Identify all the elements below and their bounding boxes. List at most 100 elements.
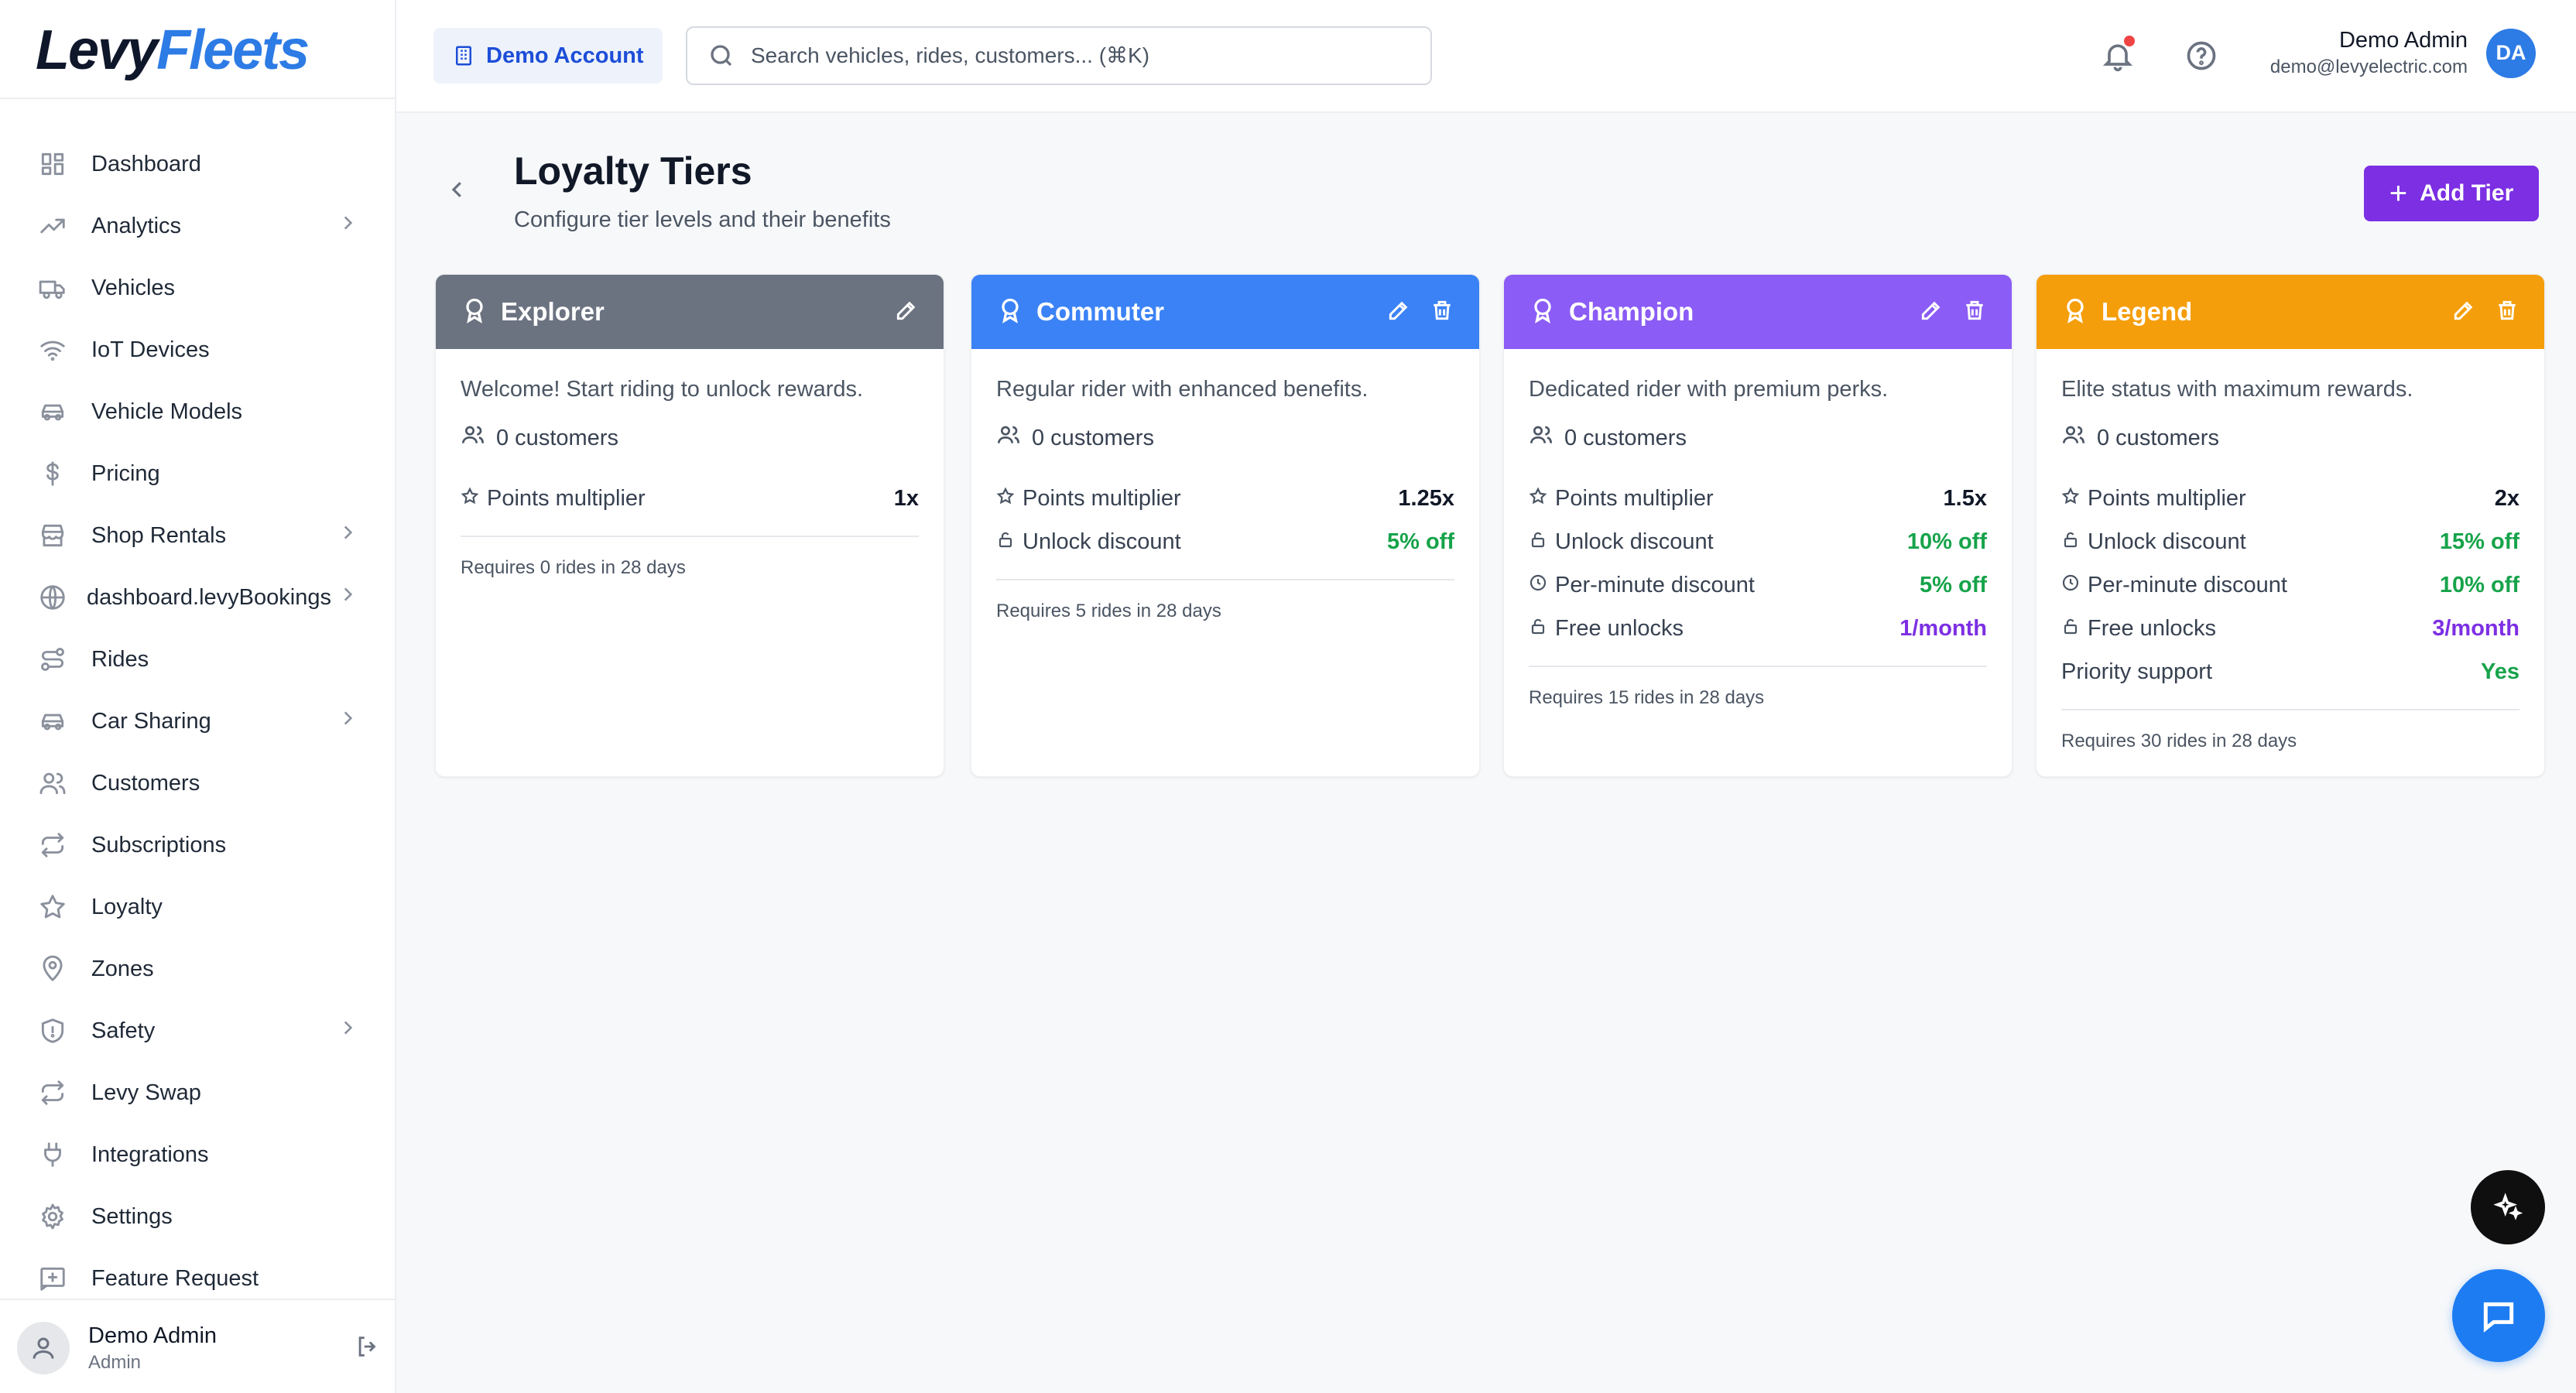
- gear-icon: [42, 1203, 63, 1230]
- message-plus-icon: [40, 1267, 65, 1291]
- sidebar-item-dashboard-levybookings[interactable]: dashboard.levyBookings: [0, 566, 396, 628]
- users-icon: [996, 423, 1032, 453]
- star-icon: [996, 486, 1023, 512]
- sidebar-user-name: Demo Admin: [88, 1323, 218, 1348]
- benefit-row: Priority support Yes: [2061, 650, 2519, 693]
- shield-icon-wrap: [37, 1015, 68, 1046]
- chevron-right-icon: [337, 1018, 358, 1044]
- search-input[interactable]: [751, 43, 1416, 68]
- benefit-label: Unlock discount: [2088, 529, 2246, 554]
- brand-logo[interactable]: Levy Fleets: [36, 15, 310, 85]
- benefit-row: Unlock discount 15% off: [2061, 520, 2519, 563]
- avatar: [17, 1322, 70, 1374]
- sidebar-item-label: Shop Rentals: [91, 522, 227, 548]
- sidebar-item-label: Integrations: [91, 1141, 209, 1167]
- sidebar-item-analytics[interactable]: Analytics: [0, 195, 396, 257]
- sidebar-item-label: dashboard.levyBookings: [87, 584, 331, 610]
- help-button[interactable]: [2180, 34, 2223, 77]
- add-tier-button[interactable]: + Add Tier: [2364, 166, 2539, 221]
- notifications-button[interactable]: [2096, 34, 2139, 77]
- grid-icon: [41, 152, 64, 176]
- divider: [2061, 709, 2519, 710]
- award-icon: [996, 296, 1036, 328]
- demo-account-button[interactable]: Demo Account: [433, 28, 663, 84]
- search-box[interactable]: [686, 26, 1432, 85]
- award-icon: [461, 296, 501, 328]
- avatar[interactable]: DA: [2486, 28, 2536, 78]
- add-tier-label: Add Tier: [2420, 180, 2514, 206]
- sparkles-icon: [2493, 1193, 2523, 1220]
- trash-icon[interactable]: [1944, 298, 1987, 327]
- benefit-value: 15% off: [2439, 529, 2519, 554]
- sidebar-item-dashboard[interactable]: Dashboard: [0, 133, 396, 195]
- lock-icon: [2061, 529, 2088, 555]
- benefit-value: 5% off: [1387, 529, 1454, 554]
- tier-benefits: Points multiplier 1.5x Unlock discount 10% …: [1529, 477, 1987, 650]
- edit-icon[interactable]: [1368, 298, 1411, 327]
- sidebar-item-feature-request[interactable]: Feature Request: [0, 1248, 396, 1309]
- edit-icon[interactable]: [1900, 298, 1944, 327]
- sidebar-item-customers[interactable]: Customers: [0, 752, 396, 814]
- tier-card-header: Legend: [2036, 275, 2544, 349]
- sidebar-item-levy-swap[interactable]: Levy Swap: [0, 1062, 396, 1124]
- user-name: Demo Admin: [2338, 28, 2468, 53]
- sidebar-item-vehicle-models[interactable]: Vehicle Models: [0, 381, 396, 443]
- store-icon-wrap: [37, 520, 68, 551]
- chevron-right-icon: [337, 584, 358, 611]
- sidebar-item-label: Levy Swap: [91, 1080, 201, 1105]
- chat-icon: [2483, 1302, 2514, 1333]
- dollar-icon-wrap: [37, 458, 68, 489]
- star-icon: [40, 895, 65, 919]
- benefit-value: 10% off: [1906, 529, 1987, 554]
- trash-icon[interactable]: [2476, 298, 2519, 327]
- star-icon: [1529, 486, 1555, 512]
- benefit-row: Unlock discount 5% off: [996, 520, 1454, 563]
- benefit-label: Unlock discount: [1023, 529, 1181, 554]
- chevron-right-icon: [337, 522, 358, 549]
- award-icon: [2061, 296, 2102, 328]
- sidebar-item-label: Settings: [91, 1203, 173, 1229]
- edit-icon[interactable]: [2433, 298, 2476, 327]
- benefit-label: Free unlocks: [2088, 615, 2217, 641]
- sidebar-item-loyalty[interactable]: Loyalty: [0, 876, 396, 938]
- sidebar-item-safety[interactable]: Safety: [0, 1000, 396, 1062]
- trash-icon[interactable]: [1411, 298, 1454, 327]
- back-button[interactable]: [446, 178, 477, 209]
- logout-icon[interactable]: [355, 1333, 381, 1364]
- lock-icon: [996, 529, 1023, 555]
- wifi-icon-wrap: [37, 334, 68, 365]
- edit-icon[interactable]: [875, 298, 919, 327]
- sidebar-item-rides[interactable]: Rides: [0, 628, 396, 690]
- sidebar-user[interactable]: Demo Admin Admin: [17, 1316, 381, 1381]
- sidebar-item-car-sharing[interactable]: Car Sharing: [0, 690, 396, 752]
- ai-assistant-button[interactable]: [2471, 1170, 2545, 1244]
- car-icon-wrap: [37, 396, 68, 427]
- sidebar-item-settings[interactable]: Settings: [0, 1186, 396, 1248]
- notification-dot: [2124, 36, 2135, 46]
- sidebar-item-label: Customers: [91, 770, 200, 796]
- user-menu[interactable]: Demo Admin demo@levyelectric.com DA: [2270, 28, 2536, 78]
- sidebar-item-integrations[interactable]: Integrations: [0, 1124, 396, 1186]
- tier-customers: 0 customers: [461, 423, 919, 453]
- sidebar-user-role: Admin: [88, 1351, 142, 1373]
- repeat-icon: [41, 833, 64, 857]
- benefit-value: Yes: [2481, 659, 2519, 684]
- benefit-row: Points multiplier 1.5x: [1529, 477, 1987, 520]
- sidebar-item-label: Safety: [91, 1018, 156, 1043]
- sidebar-item-shop-rentals[interactable]: Shop Rentals: [0, 505, 396, 566]
- benefit-label: Per-minute discount: [1555, 572, 1755, 597]
- tier-customer-count: 0 customers: [1564, 425, 1687, 450]
- sidebar-item-iot-devices[interactable]: IoT Devices: [0, 319, 396, 381]
- sidebar-item-pricing[interactable]: Pricing: [0, 443, 396, 505]
- car-icon-wrap: [37, 706, 68, 737]
- sidebar-item-subscriptions[interactable]: Subscriptions: [0, 814, 396, 876]
- benefit-value: 10% off: [2439, 572, 2519, 597]
- users-icon: [39, 772, 66, 795]
- divider: [1529, 666, 1987, 667]
- chat-button[interactable]: [2452, 1269, 2545, 1362]
- plus-icon: +: [2389, 176, 2408, 210]
- sidebar-item-zones[interactable]: Zones: [0, 938, 396, 1000]
- tier-customer-count: 0 customers: [496, 425, 618, 450]
- sidebar-item-vehicles[interactable]: Vehicles: [0, 257, 396, 319]
- chevron-right-icon: [337, 708, 358, 734]
